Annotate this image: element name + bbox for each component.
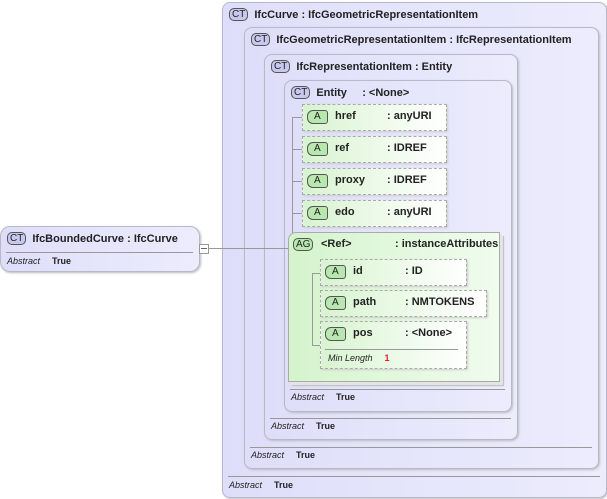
base-type: : IfcGeometricRepresentationItem [301, 8, 479, 21]
attribute-name: id [353, 265, 363, 277]
type-name: IfcGeometricRepresentationItem [276, 33, 447, 46]
connector-line [312, 345, 320, 346]
attribute-path[interactable]: Apath : NMTOKENS [320, 290, 487, 317]
attribute-type: : IDREF [387, 174, 427, 186]
complex-type-badge: CT [229, 8, 249, 21]
facet-min-length: Min Length 1 [328, 353, 390, 363]
attribute-id[interactable]: Aid : ID [320, 259, 467, 286]
collapse-toggle[interactable] [199, 244, 209, 254]
connector-line [208, 248, 288, 249]
abstract-row: Abstract True [7, 256, 72, 266]
divider [290, 389, 505, 390]
connector-line [292, 149, 302, 150]
attribute-badge: A [325, 327, 346, 341]
base-type: : IfcCurve [127, 232, 178, 245]
attribute-pos[interactable]: Apos : <None> Min Length 1 [320, 321, 467, 369]
connector-line [292, 213, 302, 214]
type-name: Entity [316, 86, 347, 99]
connector-line [292, 181, 302, 182]
attribute-name: pos [353, 327, 373, 339]
abstract-row: Abstract True [291, 392, 356, 402]
attribute-badge: A [307, 110, 328, 124]
complex-type-ifcboundedcurve[interactable]: CT IfcBoundedCurve : IfcCurve Abstract Tru… [0, 226, 200, 272]
attribute-group-badge: AG [293, 238, 314, 251]
attribute-type: : NMTOKENS [405, 296, 475, 308]
divider [250, 447, 592, 448]
attribute-name: path [353, 296, 377, 308]
type-name: IfcBoundedCurve [32, 232, 125, 245]
complex-type-badge: CT [251, 33, 271, 46]
attribute-type: : anyURI [387, 110, 432, 122]
abstract-row: Abstract True [251, 450, 316, 460]
abstract-row: Abstract True [229, 480, 294, 490]
base-type: : IfcRepresentationItem [449, 33, 572, 46]
attribute-type: : <None> [405, 327, 453, 339]
attribute-name: href [335, 110, 356, 122]
type-name: IfcCurve [254, 8, 299, 21]
base-type: : <None> [362, 86, 410, 99]
base-type: : Entity [414, 60, 453, 73]
attribute-href[interactable]: Ahref : anyURI [302, 104, 447, 131]
divider [270, 418, 511, 419]
complex-type-badge: CT [271, 60, 291, 73]
attribute-edo[interactable]: Aedo : anyURI [302, 200, 447, 227]
attribute-badge: A [325, 265, 346, 279]
divider [228, 476, 600, 477]
group-name: <Ref> [321, 238, 352, 250]
attribute-name: proxy [335, 174, 365, 186]
attribute-type: : anyURI [387, 206, 432, 218]
connector-line [312, 273, 320, 274]
type-name: IfcRepresentationItem [296, 60, 412, 73]
attribute-badge: A [307, 206, 328, 220]
connector-line [312, 273, 313, 346]
attribute-name: edo [335, 206, 355, 218]
divider [325, 349, 458, 350]
abstract-row: Abstract True [271, 421, 336, 431]
connector-line [292, 117, 302, 118]
attribute-badge: A [325, 296, 346, 310]
attribute-badge: A [307, 142, 328, 156]
complex-type-badge: CT [7, 232, 27, 245]
group-type: : instanceAttributes [395, 238, 499, 250]
attribute-type: : ID [405, 265, 423, 277]
attribute-proxy[interactable]: Aproxy : IDREF [302, 168, 447, 195]
divider [6, 252, 193, 253]
complex-type-badge: CT [291, 86, 311, 99]
attribute-ref[interactable]: Aref : IDREF [302, 136, 447, 163]
attribute-type: : IDREF [387, 142, 427, 154]
attribute-name: ref [335, 142, 350, 154]
attribute-badge: A [307, 174, 328, 188]
